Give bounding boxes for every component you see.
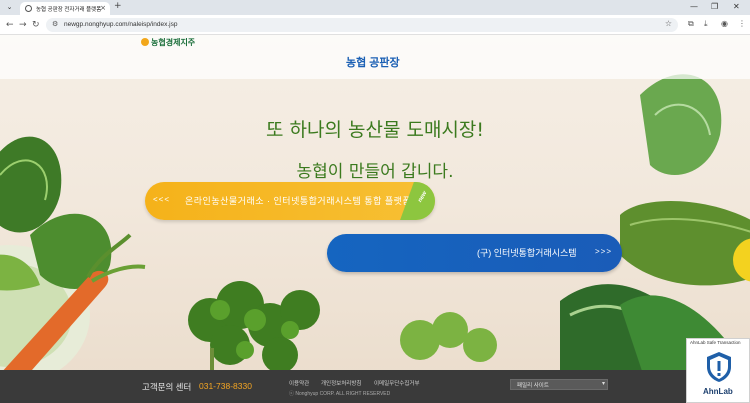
integrated-platform-label: 온라인농산물거래소 · 인터넷통합거래시스템 통합 플랫폼 [185, 196, 412, 206]
window-close-icon[interactable]: ✕ [733, 2, 740, 11]
new-tab-button[interactable]: + [114, 1, 122, 11]
ahnlab-safe-transaction-widget[interactable]: AhnLab Safe Transaction AhnLab [686, 338, 750, 403]
ahnlab-name: AhnLab [703, 387, 733, 396]
globe-icon [25, 5, 32, 12]
hero-headline: 또 하나의 농산물 도매시장! [265, 119, 485, 141]
restore-icon[interactable]: ❐ [711, 2, 718, 11]
more-menu-icon[interactable]: ⋮ [738, 19, 746, 28]
browser-tabbar: ⌄ 농협 공판장 전자거래 플랫폼 × + — ❐ ✕ [0, 0, 750, 15]
bookmark-star-icon[interactable]: ☆ [665, 19, 672, 28]
site-logo[interactable]: 농협 공판장 [346, 54, 400, 70]
forward-icon[interactable]: → [19, 19, 27, 31]
footer-link-email-policy[interactable]: 이메일무단수집거부 [374, 379, 420, 387]
hero-subheadline: 농협이 만들어 갑니다. [296, 162, 454, 182]
site-header: 농협경제지주 농협 공판장 [0, 35, 750, 79]
close-tab-icon[interactable]: × [100, 4, 106, 12]
nh-holdings-logo[interactable]: 농협경제지주 [141, 37, 195, 48]
footer-link-terms[interactable]: 이용약관 [289, 379, 309, 387]
integrated-platform-button[interactable]: <<< 온라인농산물거래소 · 인터넷통합거래시스템 통합 플랫폼 new [145, 182, 435, 220]
vegetables-bottom-image [188, 281, 497, 370]
chevron-down-icon: ▾ [601, 380, 605, 387]
site-footer: 고객문의 센터 031-738-8330 이용약관 개인정보처리방침 이메일무단… [0, 370, 750, 403]
address-bar[interactable]: ⚙ newgp.nonghyup.com/naleisp/index.jsp ☆ [46, 18, 678, 32]
right-arrows-icon: >>> [595, 247, 613, 256]
url-text[interactable]: newgp.nonghyup.com/naleisp/index.jsp [64, 21, 177, 28]
tab-search-icon[interactable]: ⌄ [4, 2, 15, 13]
minimize-icon[interactable]: — [690, 2, 698, 11]
left-arrows-icon: <<< [153, 195, 171, 204]
extensions-icon[interactable]: ⧉ [688, 19, 694, 29]
shield-icon [707, 352, 731, 382]
ahnlab-title: AhnLab Safe Transaction [690, 340, 741, 345]
family-site-select[interactable]: 패밀리 사이트 ▾ [510, 379, 608, 390]
site-info-icon[interactable]: ⚙ [52, 20, 58, 28]
back-icon[interactable]: ← [6, 19, 14, 31]
profile-icon[interactable]: ◉ [721, 19, 728, 28]
tab-title: 농협 공판장 전자거래 플랫폼 [36, 7, 102, 13]
legacy-system-label: (구) 인터넷통합거래시스템 [477, 248, 577, 258]
customer-center-label: 고객문의 센터 [142, 382, 192, 392]
family-site-label: 패밀리 사이트 [517, 383, 549, 389]
brand-top-text: 농협경제지주 [151, 38, 196, 47]
customer-center-phone: 031-738-8330 [199, 381, 252, 391]
browser-toolbar: ← → ↻ ⚙ newgp.nonghyup.com/naleisp/index… [0, 15, 750, 35]
download-icon[interactable]: ⤓ [704, 19, 708, 29]
page-content: 농협경제지주 농협 공판장 또 하나의 농산물 도매시장! 농협이 만들어 갑니… [0, 35, 750, 403]
legacy-system-button[interactable]: (구) 인터넷통합거래시스템 >>> [327, 234, 622, 272]
reload-icon[interactable]: ↻ [32, 19, 40, 31]
browser-tab[interactable]: 농협 공판장 전자거래 플랫폼 × [20, 2, 110, 15]
copyright-text: ⓒ Nonghyup CORP. ALL RIGHT RESERVED [289, 391, 391, 397]
nh-mark-icon [141, 38, 149, 46]
footer-link-privacy[interactable]: 개인정보처리방침 [321, 379, 361, 387]
